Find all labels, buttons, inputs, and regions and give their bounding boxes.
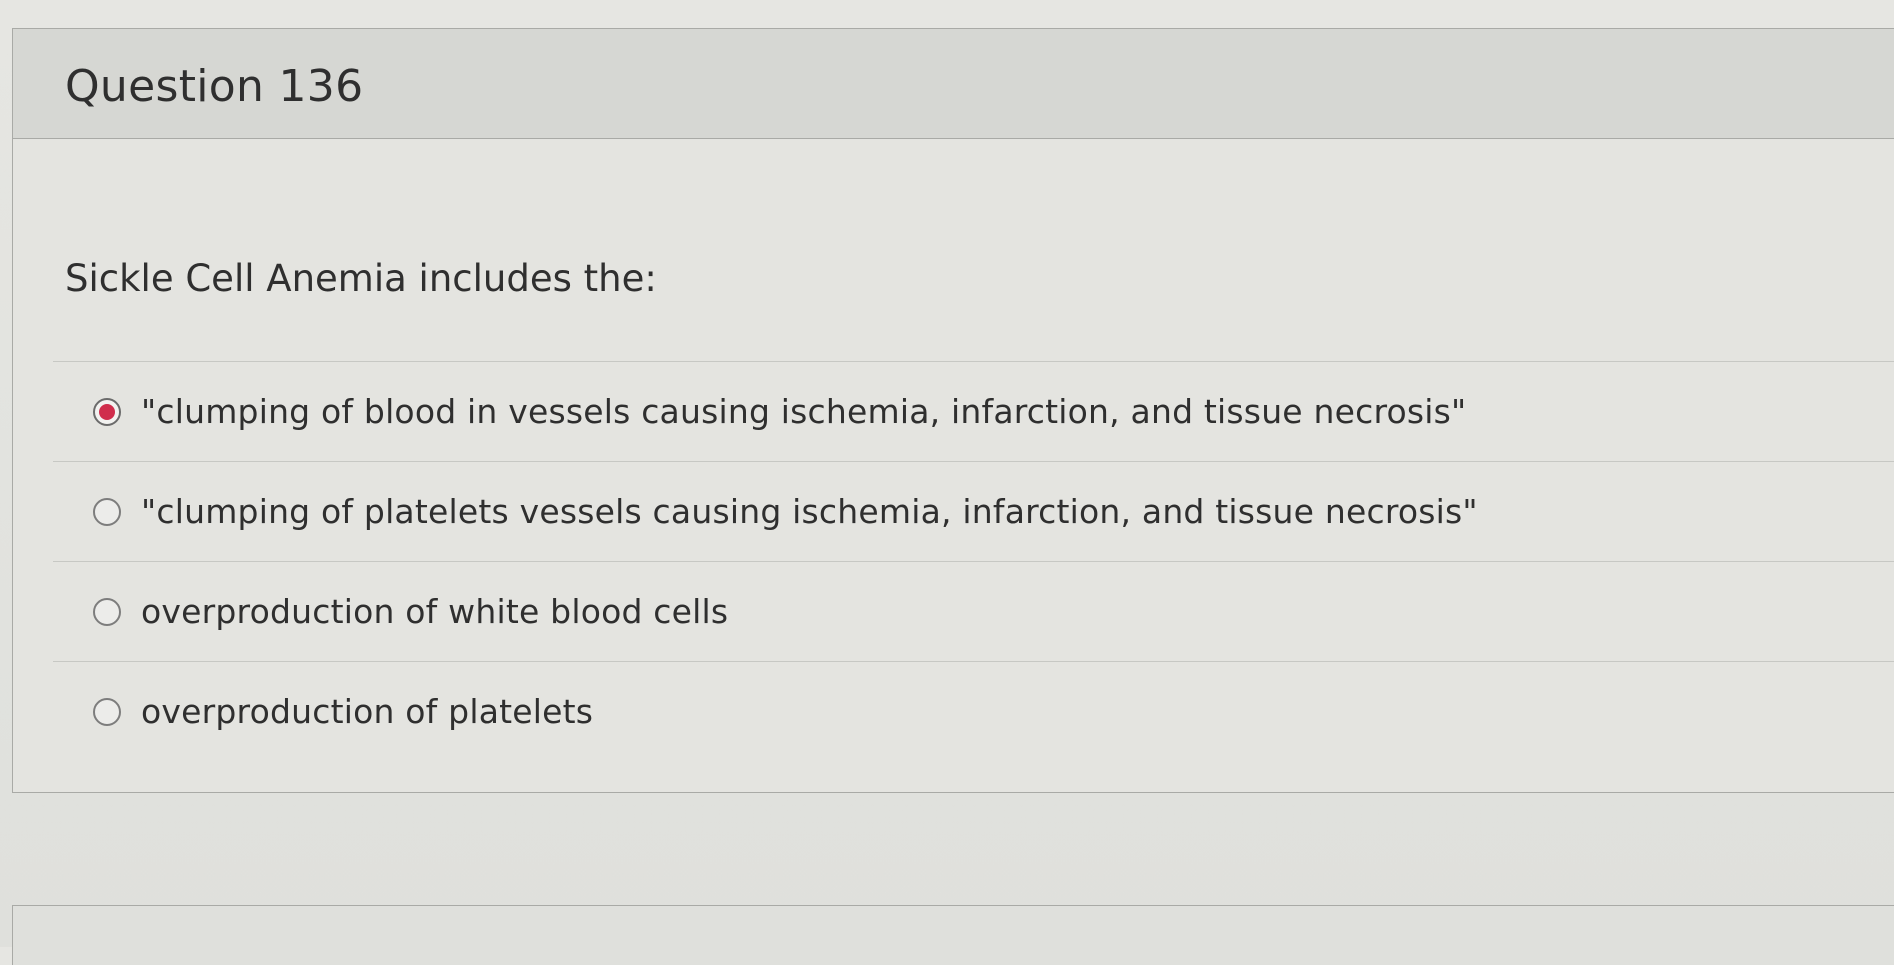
answer-option[interactable]: "clumping of platelets vessels causing i… — [53, 461, 1894, 561]
answer-list: "clumping of blood in vessels causing is… — [53, 361, 1894, 761]
radio-button-selected-icon[interactable] — [93, 397, 121, 426]
answer-option[interactable]: overproduction of white blood cells — [53, 561, 1894, 661]
answer-label[interactable]: overproduction of platelets — [141, 692, 593, 731]
question-header: Question 136 — [13, 29, 1894, 139]
question-prompt: Sickle Cell Anemia includes the: — [65, 257, 657, 300]
question-card: Question 136 Sickle Cell Anemia includes… — [12, 28, 1894, 793]
radio-button-icon[interactable] — [93, 497, 121, 526]
next-question-panel — [12, 905, 1894, 965]
radio-button-icon[interactable] — [93, 597, 121, 626]
radio-button-icon[interactable] — [93, 697, 121, 726]
answer-option[interactable]: overproduction of platelets — [53, 661, 1894, 761]
answer-option[interactable]: "clumping of blood in vessels causing is… — [53, 361, 1894, 461]
answer-label[interactable]: overproduction of white blood cells — [141, 592, 728, 631]
answer-label[interactable]: "clumping of blood in vessels causing is… — [141, 392, 1466, 431]
question-title: Question 136 — [65, 61, 364, 112]
radio-dot-icon — [99, 403, 115, 420]
answer-label[interactable]: "clumping of platelets vessels causing i… — [141, 492, 1478, 531]
